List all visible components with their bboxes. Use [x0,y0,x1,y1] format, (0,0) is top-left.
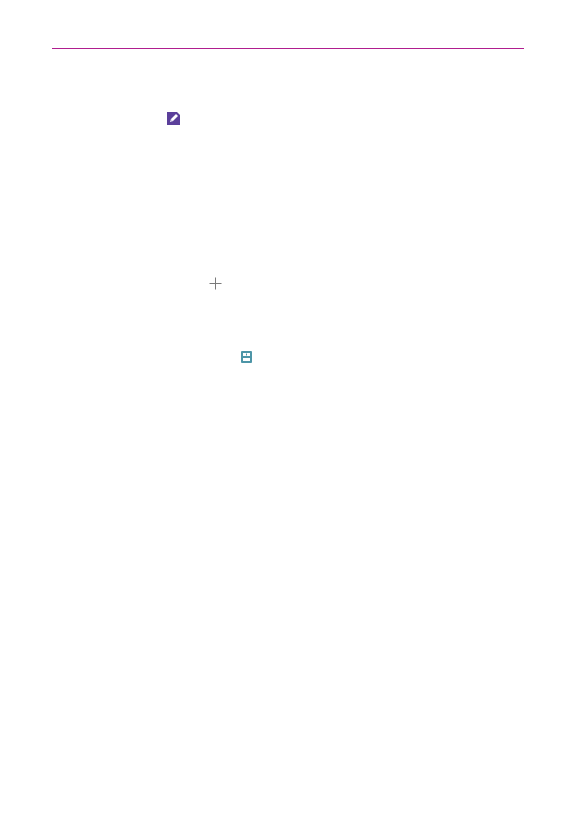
document-page [0,0,576,828]
header-rule [52,48,524,49]
archive-icon [240,350,253,364]
plus-icon [209,277,222,290]
memo-edit-icon [164,110,182,127]
